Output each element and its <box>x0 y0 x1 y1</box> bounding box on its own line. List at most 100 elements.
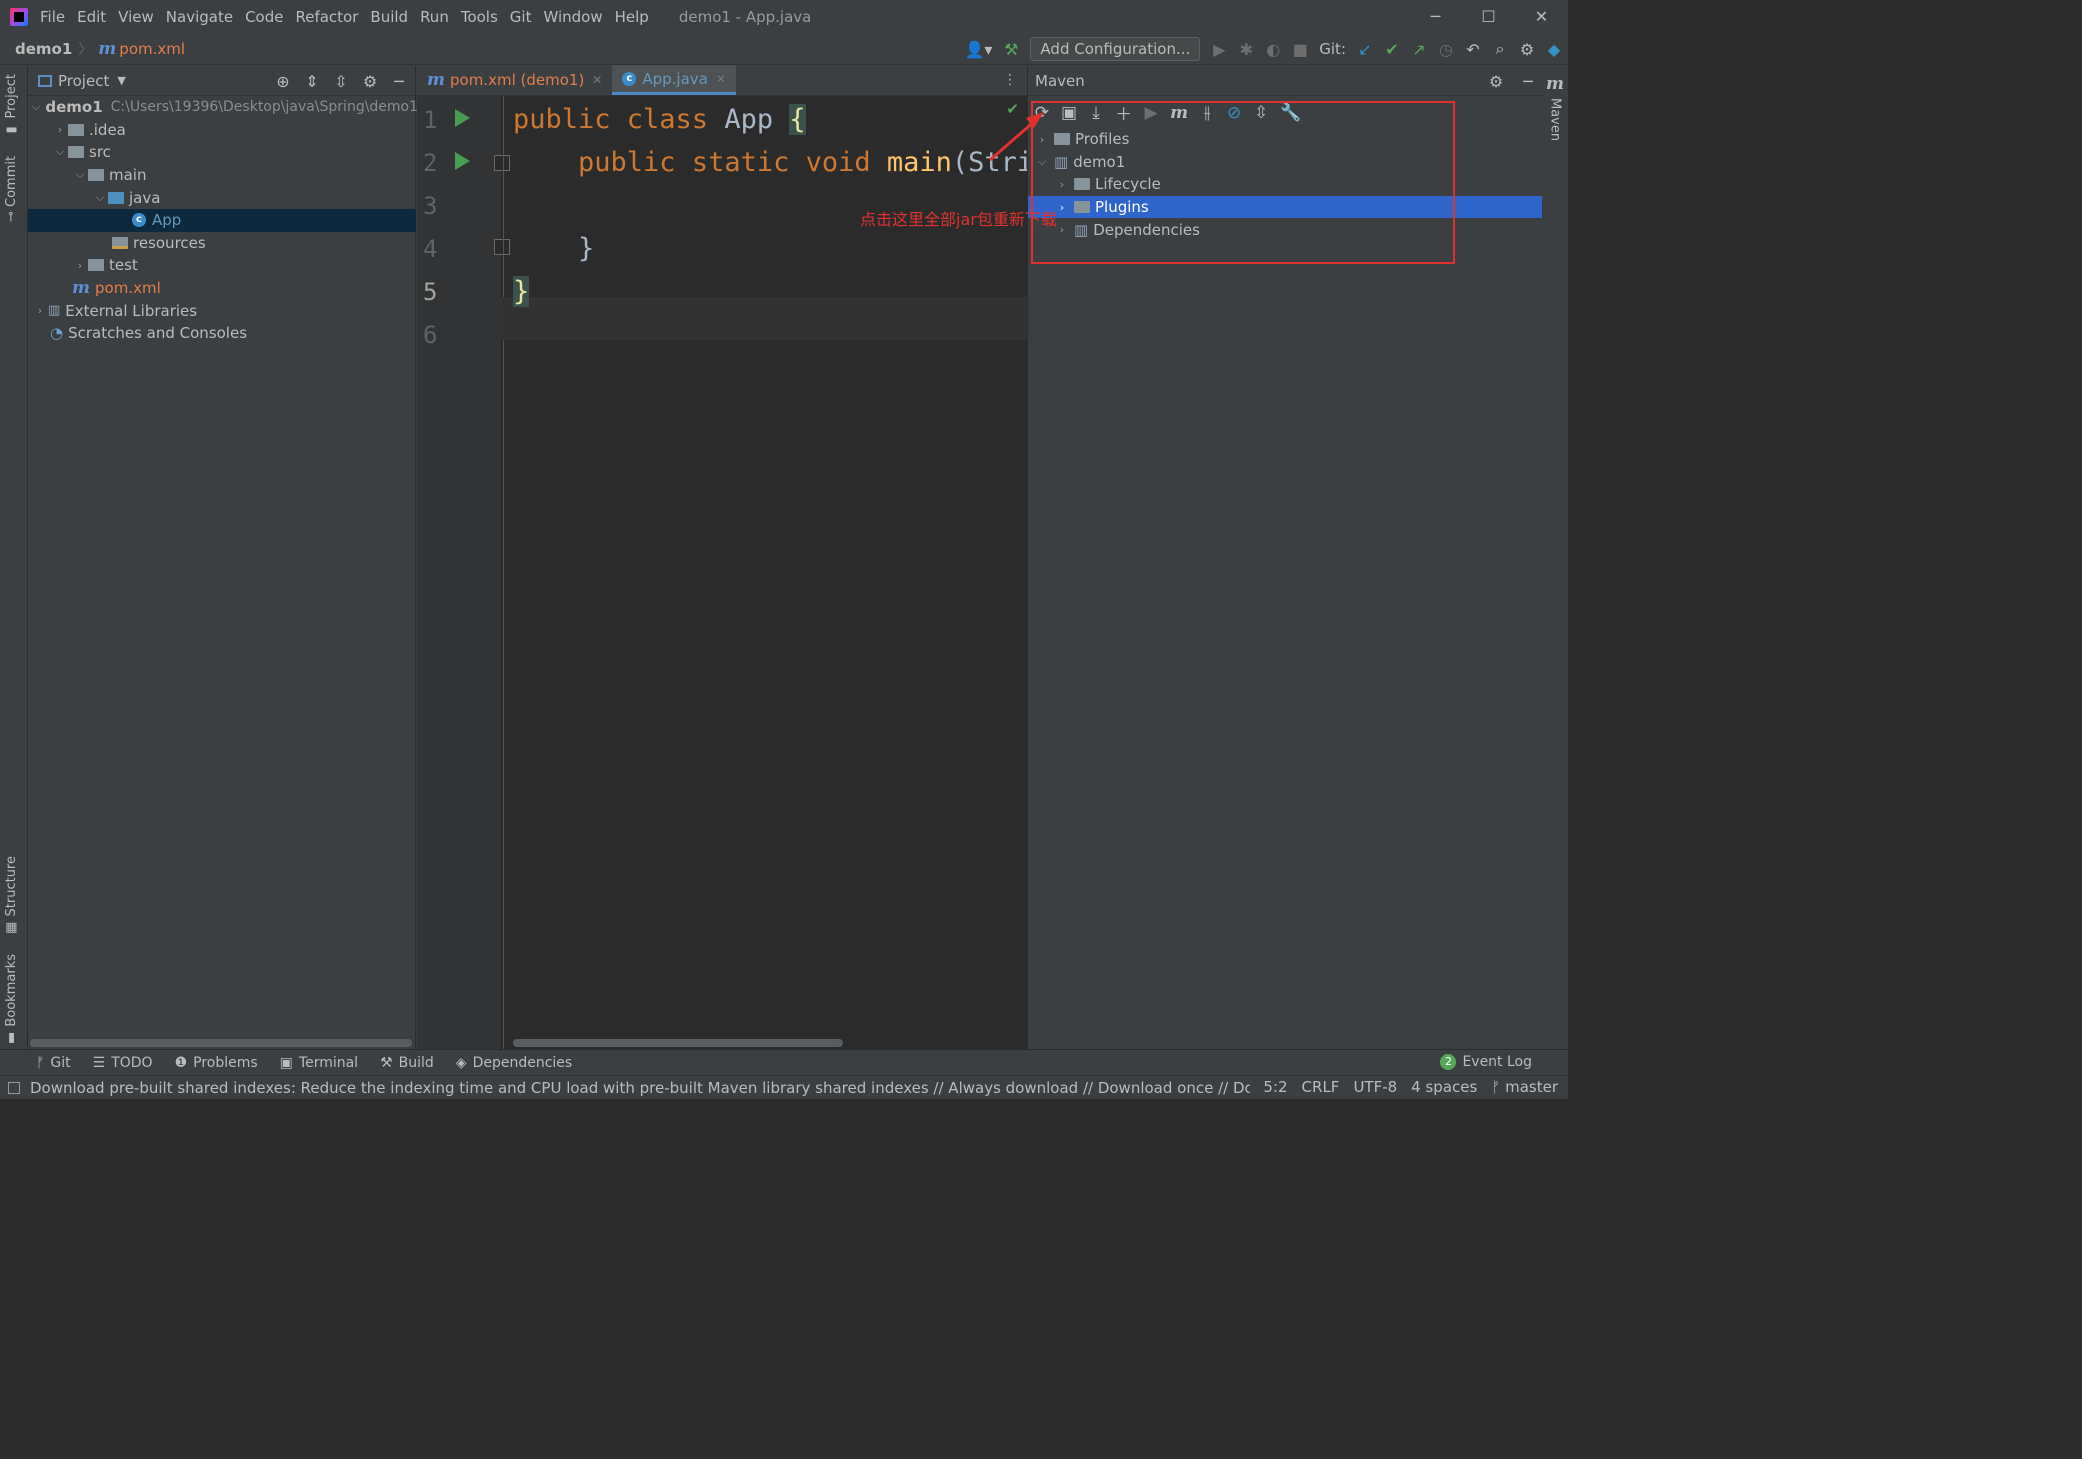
event-log-button[interactable]: 2 Event Log <box>1440 1054 1532 1070</box>
menu-view[interactable]: View <box>118 8 154 26</box>
file-encoding[interactable]: UTF-8 <box>1353 1078 1397 1096</box>
tab-app-java[interactable]: c App.java ✕ <box>612 65 736 95</box>
git-update-icon[interactable]: ↙ <box>1357 40 1373 59</box>
run-gutter-icon[interactable] <box>455 109 470 127</box>
tab-options-icon[interactable]: ⋮ <box>1003 72 1017 88</box>
tree-item-src[interactable]: ⌵ src <box>28 141 416 164</box>
menu-edit[interactable]: Edit <box>77 8 106 26</box>
maven-settings-gear-icon[interactable]: ⚙ <box>1488 72 1504 91</box>
project-tool-tab[interactable]: ▬ Project <box>4 74 19 137</box>
tree-item-external-libraries[interactable]: › ▥ External Libraries <box>28 299 416 322</box>
toggle-tool-windows-icon[interactable] <box>8 1081 20 1094</box>
project-horizontal-scrollbar[interactable] <box>30 1039 412 1047</box>
jetbrains-toolbox-icon[interactable]: ◆ <box>1546 40 1562 59</box>
status-widgets: 5:2 CRLF UTF-8 4 spaces ᚠ master <box>1263 1078 1558 1096</box>
maven-tool-tab[interactable]: m Maven <box>1546 74 1564 141</box>
maven-icon: m <box>1546 74 1564 94</box>
close-tab-icon[interactable]: ✕ <box>592 73 602 87</box>
panel-options-gear-icon[interactable]: ⚙ <box>362 72 378 91</box>
build-tool-button[interactable]: ⚒ Build <box>380 1055 434 1071</box>
settings-gear-icon[interactable]: ⚙ <box>1519 40 1535 59</box>
menu-refactor[interactable]: Refactor <box>295 8 358 26</box>
tree-item-label: .idea <box>89 120 126 139</box>
git-history-icon[interactable]: ◷ <box>1438 40 1454 59</box>
tree-item-app[interactable]: c App <box>28 208 416 232</box>
expand-all-icon[interactable]: ⇕ <box>304 72 320 91</box>
close-icon[interactable]: ✕ <box>1515 0 1568 33</box>
tree-item-label: java <box>129 188 161 207</box>
chevron-down-icon[interactable]: ⌵ <box>72 168 88 182</box>
folder-icon <box>68 146 84 159</box>
dependencies-tool-button[interactable]: ◈ Dependencies <box>456 1055 572 1071</box>
menu-file[interactable]: File <box>40 8 65 26</box>
git-commit-icon[interactable]: ✔ <box>1384 40 1400 59</box>
hide-panel-icon[interactable]: ─ <box>391 72 407 91</box>
run-icon[interactable]: ▶ <box>1211 40 1227 59</box>
menu-build[interactable]: Build <box>370 8 408 26</box>
tree-item-pom[interactable]: m pom.xml <box>28 277 416 300</box>
git-push-icon[interactable]: ↗ <box>1411 40 1427 59</box>
inspection-ok-icon[interactable]: ✔ <box>1006 100 1019 118</box>
build-hammer-icon: ⚒ <box>380 1054 393 1071</box>
tree-item-resources[interactable]: resources <box>28 232 416 255</box>
ide-window: File Edit View Navigate Code Refactor Build Run… <box>0 0 1568 1099</box>
tab-pom-xml[interactable]: m pom.xml (demo1) ✕ <box>417 65 612 95</box>
tree-item-java[interactable]: ⌵ java <box>28 186 416 209</box>
close-tab-icon[interactable]: ✕ <box>716 72 726 86</box>
status-message[interactable]: Download pre-built shared indexes: Reduc… <box>30 1079 1250 1097</box>
chevron-down-icon[interactable]: ⌵ <box>92 191 108 205</box>
code-line-5: } <box>513 276 530 307</box>
minimize-icon[interactable]: ─ <box>1409 0 1462 33</box>
add-configuration-button[interactable]: Add Configuration... <box>1030 37 1201 61</box>
todo-tool-button[interactable]: ☰ TODO <box>93 1055 153 1071</box>
tree-item-test[interactable]: › test <box>28 254 416 277</box>
user-icon[interactable]: 👤▾ <box>964 40 992 59</box>
bookmarks-tool-tab[interactable]: ▮ Bookmarks <box>4 954 19 1046</box>
menu-run[interactable]: Run <box>420 8 449 26</box>
maven-tab-label: Maven <box>1547 98 1563 142</box>
commit-tool-tab[interactable]: ⊸ Commit <box>4 156 19 222</box>
build-hammer-icon[interactable]: ⚒ <box>1003 40 1019 59</box>
menu-window[interactable]: Window <box>543 8 602 26</box>
chevron-right-icon[interactable]: › <box>72 259 88 272</box>
collapse-all-icon[interactable]: ⇳ <box>333 72 349 91</box>
coverage-icon[interactable]: ◐ <box>1265 40 1281 59</box>
hide-panel-icon[interactable]: ─ <box>1520 72 1536 91</box>
menu-navigate[interactable]: Navigate <box>166 8 233 26</box>
chevron-down-icon[interactable]: ⌵ <box>32 100 40 114</box>
tree-item-demo1[interactable]: ⌵ demo1 C:\Users\19396\Desktop\java\Spri… <box>28 96 418 119</box>
rollback-icon[interactable]: ↶ <box>1465 40 1481 59</box>
current-line-highlight <box>501 297 1027 340</box>
menu-help[interactable]: Help <box>615 8 649 26</box>
menu-code[interactable]: Code <box>245 8 283 26</box>
breadcrumb-project[interactable]: demo1 <box>15 40 72 58</box>
project-view-selector[interactable]: Project <box>58 72 109 90</box>
debug-icon[interactable]: ✱ <box>1238 40 1254 59</box>
git-tool-button[interactable]: ᚠ Git <box>36 1055 71 1071</box>
indent-setting[interactable]: 4 spaces <box>1411 1078 1477 1096</box>
library-icon: ▥ <box>48 303 61 319</box>
chevron-right-icon[interactable]: › <box>32 304 48 317</box>
tree-item-main[interactable]: ⌵ main <box>28 164 416 187</box>
tree-item-idea[interactable]: › .idea <box>28 119 416 142</box>
line-ending[interactable]: CRLF <box>1302 1078 1340 1096</box>
locate-file-icon[interactable]: ⊕ <box>275 72 291 91</box>
code-area[interactable]: public class App { public static void ma… <box>501 96 1027 1049</box>
chevron-down-icon[interactable]: ⌵ <box>52 145 68 159</box>
menu-git[interactable]: Git <box>510 8 532 26</box>
maximize-icon[interactable]: ☐ <box>1462 0 1515 33</box>
tree-item-scratches[interactable]: ◔ Scratches and Consoles <box>28 322 416 345</box>
caret-position[interactable]: 5:2 <box>1263 1078 1287 1096</box>
run-gutter-icon[interactable] <box>455 152 470 170</box>
chevron-right-icon[interactable]: › <box>52 123 68 136</box>
search-icon[interactable]: ⌕ <box>1492 39 1508 59</box>
terminal-tool-button[interactable]: ▣ Terminal <box>280 1055 358 1071</box>
stop-icon[interactable]: ■ <box>1292 40 1308 59</box>
breadcrumb-file[interactable]: pom.xml <box>119 40 185 58</box>
chevron-down-icon[interactable]: ▼ <box>117 74 125 87</box>
structure-tool-tab[interactable]: ▦ Structure <box>4 856 19 935</box>
problems-tool-button[interactable]: ❶ Problems <box>175 1055 258 1071</box>
editor-horizontal-scrollbar[interactable] <box>513 1039 843 1047</box>
menu-tools[interactable]: Tools <box>461 8 498 26</box>
git-branch-widget[interactable]: ᚠ master <box>1491 1078 1558 1096</box>
